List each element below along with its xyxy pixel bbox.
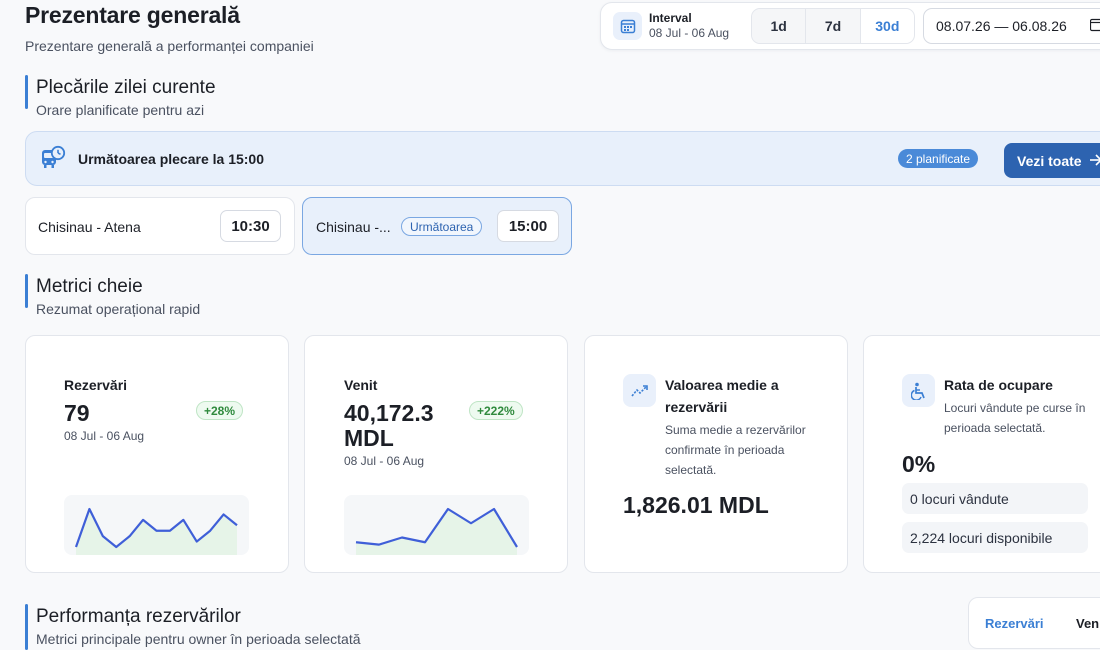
metrics-subtitle: Rezumat operațional rapid xyxy=(36,301,201,317)
seats-available-row: 2,224 locuri disponibile xyxy=(902,522,1088,553)
departures-title: Plecările zilei curente xyxy=(36,77,216,98)
interval-range: 08 Jul - 06 Aug xyxy=(649,26,730,40)
trend-chart-icon xyxy=(623,374,656,407)
performance-title: Performanța rezervărilor xyxy=(36,606,241,627)
occupancy-title: Rata de ocupare xyxy=(944,377,1053,393)
next-departure-badge: Următoarea xyxy=(401,217,483,236)
avg-booking-title: Valoarea medie a rezervării xyxy=(665,377,779,415)
revenue-label: Venit xyxy=(344,377,378,393)
bookings-range: 08 Jul - 06 Aug xyxy=(64,429,145,443)
page-title: Prezentare generală xyxy=(25,2,240,28)
wheelchair-icon xyxy=(902,374,935,407)
departure-route: Chisinau - Atena xyxy=(38,219,141,235)
revenue-trend-badge: +222% xyxy=(469,401,523,420)
interval-segmented-control: 1d 7d 30d xyxy=(751,8,915,44)
view-all-button[interactable]: Vezi toate xyxy=(1004,143,1100,178)
avg-booking-description: Suma medie a rezervărilor confirmate în … xyxy=(665,423,806,477)
view-all-label: Vezi toate xyxy=(1017,152,1082,169)
range-7d-button[interactable]: 7d xyxy=(806,9,861,43)
tab-revenue[interactable]: Venit xyxy=(1076,616,1100,631)
revenue-sparkline-area xyxy=(356,509,517,555)
revenue-range: 08 Jul - 06 Aug xyxy=(344,454,425,468)
planned-count-badge: 2 planificate xyxy=(898,149,979,168)
date-picker-icon[interactable] xyxy=(1089,18,1100,37)
departure-time: 15:00 xyxy=(497,210,559,242)
bookings-label: Rezervări xyxy=(64,377,128,393)
page-subtitle: Prezentare generală a performanței compa… xyxy=(25,38,314,54)
occupancy-value: 0% xyxy=(902,451,936,477)
revenue-value: 40,172.3 MDL xyxy=(344,400,434,451)
range-1d-button[interactable]: 1d xyxy=(752,9,807,43)
section-accent-bar xyxy=(25,604,28,650)
departure-time: 10:30 xyxy=(220,210,281,242)
performance-subtitle: Metrici principale pentru owner în perio… xyxy=(36,631,361,647)
arrow-right-icon xyxy=(1089,153,1100,169)
departures-subtitle: Orare planificate pentru azi xyxy=(36,102,205,118)
date-range-input[interactable]: 08.07.26 — 06.08.26 xyxy=(923,8,1100,44)
seats-sold-row: 0 locuri vândute xyxy=(902,483,1088,514)
metrics-title: Metrici cheie xyxy=(36,276,143,297)
bus-clock-icon xyxy=(40,145,66,176)
occupancy-description: Locuri vândute pe curse în perioada sele… xyxy=(944,401,1086,435)
section-accent-bar xyxy=(25,274,28,308)
revenue-sparkline xyxy=(344,495,529,555)
calendar-icon xyxy=(613,12,642,40)
section-accent-bar xyxy=(25,75,28,109)
tab-bookings[interactable]: Rezervări xyxy=(985,616,1044,631)
bookings-sparkline xyxy=(64,495,249,555)
interval-label: Interval xyxy=(649,11,692,25)
bookings-trend-badge: +28% xyxy=(196,401,244,420)
avg-booking-value: 1,826.01 MDL xyxy=(623,492,769,518)
next-departure-text: Următoarea plecare la 15:00 xyxy=(78,151,264,167)
range-30d-button[interactable]: 30d xyxy=(860,9,914,43)
bookings-value: 79 xyxy=(64,400,90,426)
departure-route: Chisinau -... xyxy=(316,219,391,235)
